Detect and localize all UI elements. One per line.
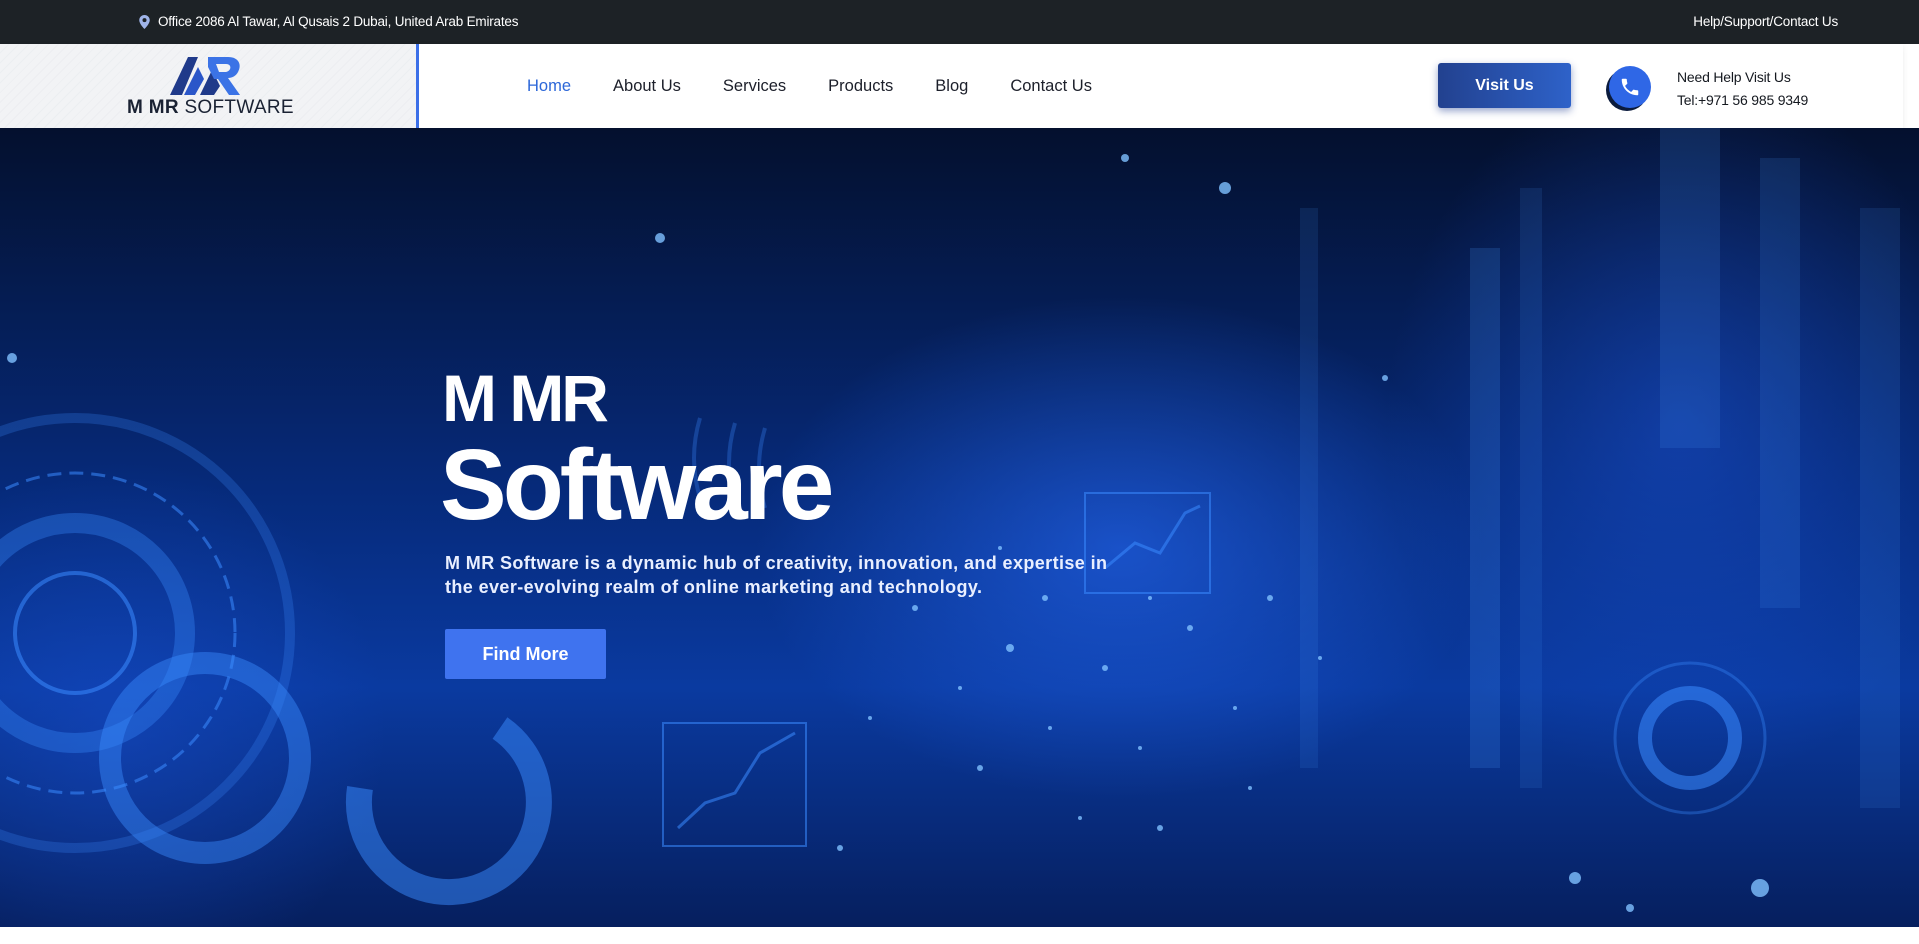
visit-us-button[interactable]: Visit Us — [1438, 63, 1571, 108]
address: Office 2086 Al Tawar, Al Qusais 2 Dubai,… — [139, 14, 518, 29]
main-header: M MR SOFTWARE Home About Us Services Pro… — [0, 44, 1903, 128]
phone-icon — [1621, 78, 1639, 96]
help-contact: Need Help Visit Us Tel:+971 56 985 9349 — [1677, 66, 1808, 112]
nav-services[interactable]: Services — [723, 77, 786, 96]
phone-button[interactable] — [1609, 66, 1651, 108]
hero-content: M MR Software M MR Software is a dynamic… — [440, 363, 1135, 679]
logo-mark-icon — [170, 57, 240, 95]
address-text: Office 2086 Al Tawar, Al Qusais 2 Dubai,… — [158, 14, 519, 29]
main-nav: Home About Us Services Products Blog Con… — [527, 44, 1134, 128]
hero-description: M MR Software is a dynamic hub of creati… — [445, 553, 1108, 597]
find-more-button[interactable]: Find More — [445, 629, 606, 679]
help-phone[interactable]: Tel:+971 56 985 9349 — [1677, 89, 1808, 112]
logo[interactable]: M MR SOFTWARE — [0, 44, 419, 128]
nav-blog[interactable]: Blog — [935, 77, 968, 96]
nav-contact-us[interactable]: Contact Us — [1010, 77, 1092, 96]
nav-home[interactable]: Home — [527, 77, 571, 96]
location-pin-icon — [139, 14, 150, 29]
hero-title-small: M MR — [442, 361, 609, 435]
hero-title: Software — [440, 429, 834, 541]
nav-products[interactable]: Products — [828, 77, 893, 96]
hero-section: M MR Software M MR Software is a dynamic… — [0, 128, 1919, 927]
nav-about-us[interactable]: About Us — [613, 77, 681, 96]
help-support-link[interactable]: Help/Support/Contact Us — [1693, 14, 1838, 29]
top-bar: Office 2086 Al Tawar, Al Qusais 2 Dubai,… — [0, 0, 1919, 44]
help-title: Need Help Visit Us — [1677, 69, 1791, 85]
logo-text: M MR SOFTWARE — [127, 97, 294, 118]
